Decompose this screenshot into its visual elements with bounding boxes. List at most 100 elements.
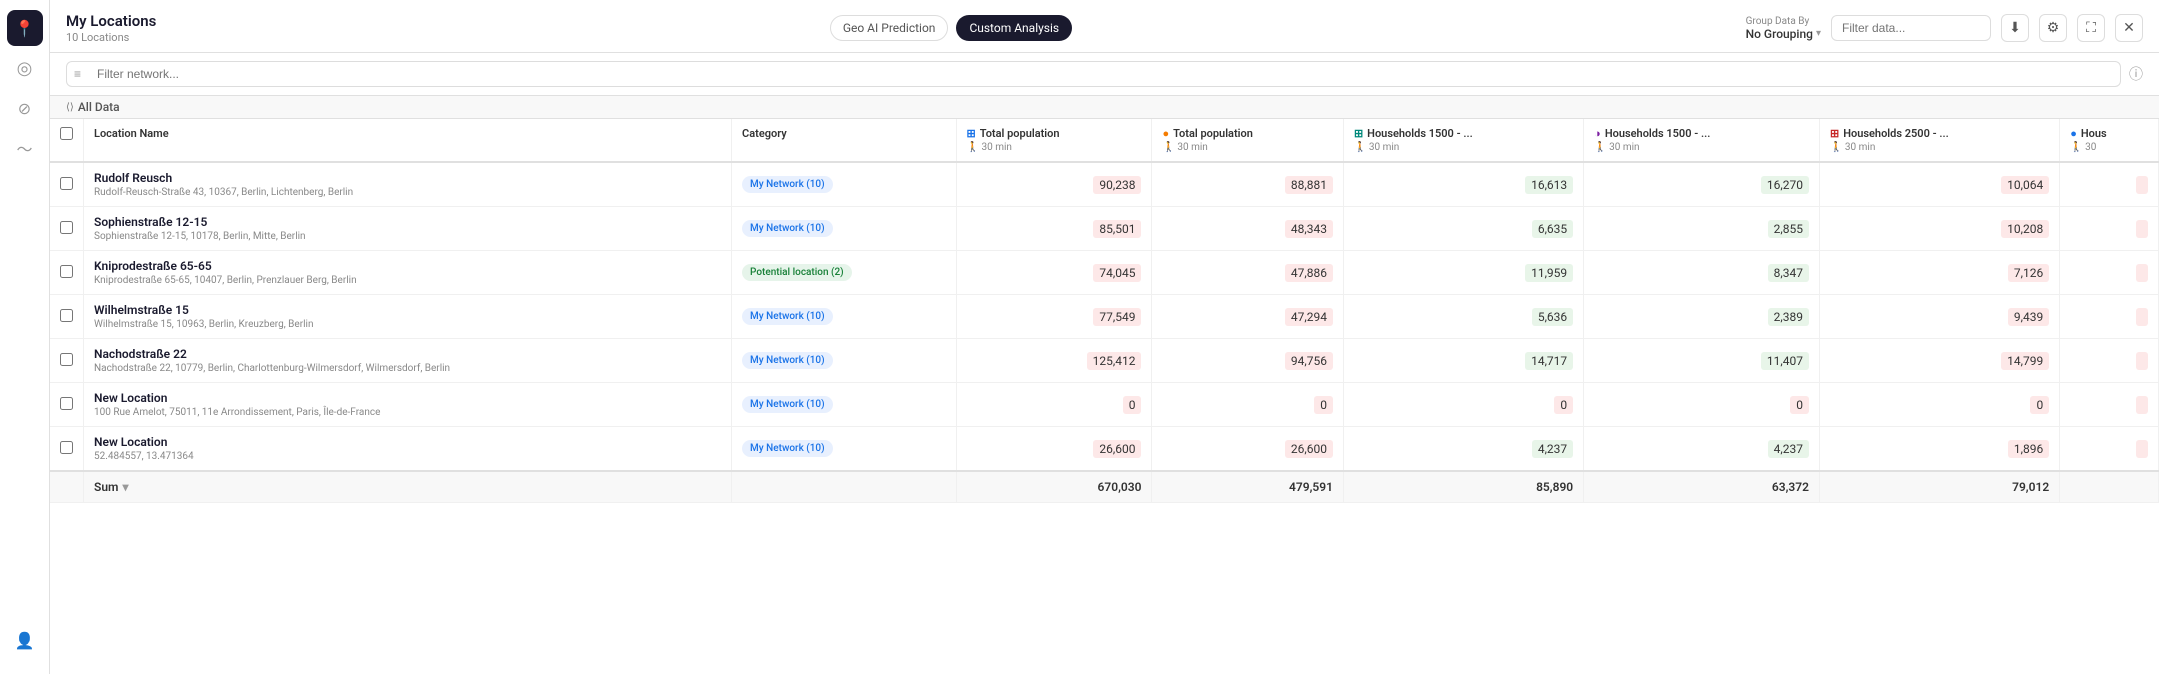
- panel-subtitle: 10 Locations: [66, 31, 156, 44]
- hh-2500-30-cell: 0: [1819, 383, 2059, 427]
- sidebar-item-explore[interactable]: ◎: [7, 50, 43, 86]
- category-cell: My Network (10): [732, 207, 957, 251]
- location-name-cell: New Location 100 Rue Amelot, 75011, 11e …: [84, 383, 732, 427]
- row-checkbox[interactable]: [60, 353, 73, 366]
- download-button[interactable]: ⬇: [2001, 14, 2029, 42]
- hh-2500-30-cell: 14,799: [1819, 339, 2059, 383]
- group-data-section: Group Data By No Grouping ▾: [1746, 16, 1821, 41]
- sum-checkbox-cell: [50, 471, 84, 503]
- panel-header: My Locations 10 Locations Geo AI Predict…: [50, 0, 2159, 53]
- total-pop-walk2-cell: 47,886: [1152, 251, 1344, 295]
- circle-icon-1: ●: [1162, 127, 1169, 140]
- filter-network-container: ≡: [66, 61, 2121, 87]
- total-pop-walk2-cell: 0: [1152, 383, 1344, 427]
- filter-search-icon: ≡: [74, 67, 81, 81]
- row-checkbox[interactable]: [60, 441, 73, 454]
- sidebar-item-analytics[interactable]: 〜: [7, 130, 43, 166]
- table-row: Wilhelmstraße 15 Wilhelmstraße 15, 10963…: [50, 295, 2159, 339]
- all-data-bar: ⟨⟩ All Data: [50, 96, 2159, 119]
- table-body: Rudolf Reusch Rudolf-Reusch-Straße 43, 1…: [50, 162, 2159, 503]
- sum-total-pop-walk2: 479,591: [1152, 471, 1344, 503]
- left-sidebar: 📍 ◎ ⊘ 〜 👤: [0, 0, 50, 674]
- table-row: Rudolf Reusch Rudolf-Reusch-Straße 43, 1…: [50, 162, 2159, 207]
- row-checkbox-cell: [50, 339, 84, 383]
- sum-category-cell: [732, 471, 957, 503]
- main-panel: My Locations 10 Locations Geo AI Predict…: [50, 0, 2159, 674]
- filter-network-input[interactable]: [66, 61, 2121, 87]
- data-table-wrapper: Location Name Category ⊞ Total populatio…: [50, 119, 2159, 674]
- row-checkbox[interactable]: [60, 309, 73, 322]
- total-pop-walk-cell: 74,045: [956, 251, 1152, 295]
- total-pop-walk-cell: 125,412: [956, 339, 1152, 383]
- hh-1500-30-cell: 14,717: [1343, 339, 1583, 383]
- collapse-icon[interactable]: ⟨⟩: [66, 102, 74, 113]
- row-checkbox[interactable]: [60, 265, 73, 278]
- hh-1500-30b-cell: 2,389: [1584, 295, 1820, 339]
- info-icon[interactable]: ⓘ: [2129, 64, 2143, 84]
- row-checkbox[interactable]: [60, 221, 73, 234]
- sidebar-item-layers[interactable]: ⊘: [7, 90, 43, 126]
- total-pop-walk2-cell: 88,881: [1152, 162, 1344, 207]
- close-button[interactable]: ✕: [2115, 14, 2143, 42]
- total-pop-walk2-cell: 94,756: [1152, 339, 1344, 383]
- expand-icon: ⛶: [2086, 20, 2096, 36]
- group-data-value[interactable]: No Grouping ▾: [1746, 27, 1821, 41]
- data-table: Location Name Category ⊞ Total populatio…: [50, 119, 2159, 503]
- chevron-down-icon: ▾: [1816, 28, 1821, 39]
- grid-icon-3: ⊞: [1830, 127, 1839, 140]
- tab-custom-analysis[interactable]: Custom Analysis: [956, 15, 1072, 41]
- header-category: Category: [732, 119, 957, 162]
- header-total-pop-walk2: ● Total population 🚶 30 min: [1152, 119, 1344, 162]
- settings-button[interactable]: ⚙: [2039, 14, 2067, 42]
- settings-icon: ⚙: [2047, 20, 2060, 36]
- sum-hh-2500-30b: [2060, 471, 2159, 503]
- all-data-label: All Data: [78, 100, 120, 114]
- hh-2500-30-cell: 9,439: [1819, 295, 2059, 339]
- hh-2500-30b-cell: [2060, 251, 2159, 295]
- panel-title: My Locations: [66, 12, 156, 30]
- row-checkbox[interactable]: [60, 177, 73, 190]
- category-cell: My Network (10): [732, 383, 957, 427]
- table-row: New Location 52.484557, 13.471364 My Net…: [50, 427, 2159, 472]
- hh-2500-30-cell: 7,126: [1819, 251, 2059, 295]
- sum-row: Sum ▾ 670,030 479,591 85,890 63,372 79,0…: [50, 471, 2159, 503]
- hh-2500-30-cell: 1,896: [1819, 427, 2059, 472]
- category-badge: My Network (10): [742, 396, 833, 413]
- header-total-pop-walk: ⊞ Total population 🚶 30 min: [956, 119, 1152, 162]
- hh-1500-30-cell: 16,613: [1343, 162, 1583, 207]
- hh-1500-30b-cell: 2,855: [1584, 207, 1820, 251]
- total-pop-walk-cell: 90,238: [956, 162, 1152, 207]
- header-actions: Group Data By No Grouping ▾ ⬇ ⚙ ⛶ ✕: [1746, 14, 2143, 42]
- row-checkbox-cell: [50, 207, 84, 251]
- select-all-checkbox[interactable]: [60, 127, 73, 140]
- category-badge: My Network (10): [742, 440, 833, 457]
- explore-icon: ◎: [17, 58, 33, 79]
- grid-icon-1: ⊞: [967, 127, 976, 140]
- total-pop-walk-cell: 0: [956, 383, 1152, 427]
- sum-label-cell: Sum ▾: [84, 471, 732, 503]
- hh-1500-30b-cell: 4,237: [1584, 427, 1820, 472]
- row-checkbox-cell: [50, 383, 84, 427]
- filter-data-input[interactable]: [1831, 15, 1991, 41]
- location-name-cell: Sophienstraße 12-15 Sophienstraße 12-15,…: [84, 207, 732, 251]
- total-pop-walk2-cell: 47,294: [1152, 295, 1344, 339]
- location-name-cell: Wilhelmstraße 15 Wilhelmstraße 15, 10963…: [84, 295, 732, 339]
- row-checkbox[interactable]: [60, 397, 73, 410]
- sidebar-item-location[interactable]: 📍: [7, 10, 43, 46]
- location-name-cell: New Location 52.484557, 13.471364: [84, 427, 732, 472]
- hh-2500-30-cell: 10,064: [1819, 162, 2059, 207]
- hh-1500-30-cell: 0: [1343, 383, 1583, 427]
- user-icon: 👤: [15, 631, 35, 650]
- hh-2500-30b-cell: [2060, 162, 2159, 207]
- hh-2500-30b-cell: [2060, 207, 2159, 251]
- hh-2500-30b-cell: [2060, 427, 2159, 472]
- download-icon: ⬇: [2009, 20, 2021, 36]
- category-badge: My Network (10): [742, 352, 833, 369]
- circle-icon-2: ●: [2070, 127, 2077, 140]
- sidebar-item-user[interactable]: 👤: [7, 622, 43, 658]
- filter-data-wrapper: [1831, 15, 1991, 41]
- sum-hh-1500-30: 85,890: [1343, 471, 1583, 503]
- expand-button[interactable]: ⛶: [2077, 14, 2105, 42]
- tab-geo-ai[interactable]: Geo AI Prediction: [830, 15, 949, 41]
- category-badge: My Network (10): [742, 220, 833, 237]
